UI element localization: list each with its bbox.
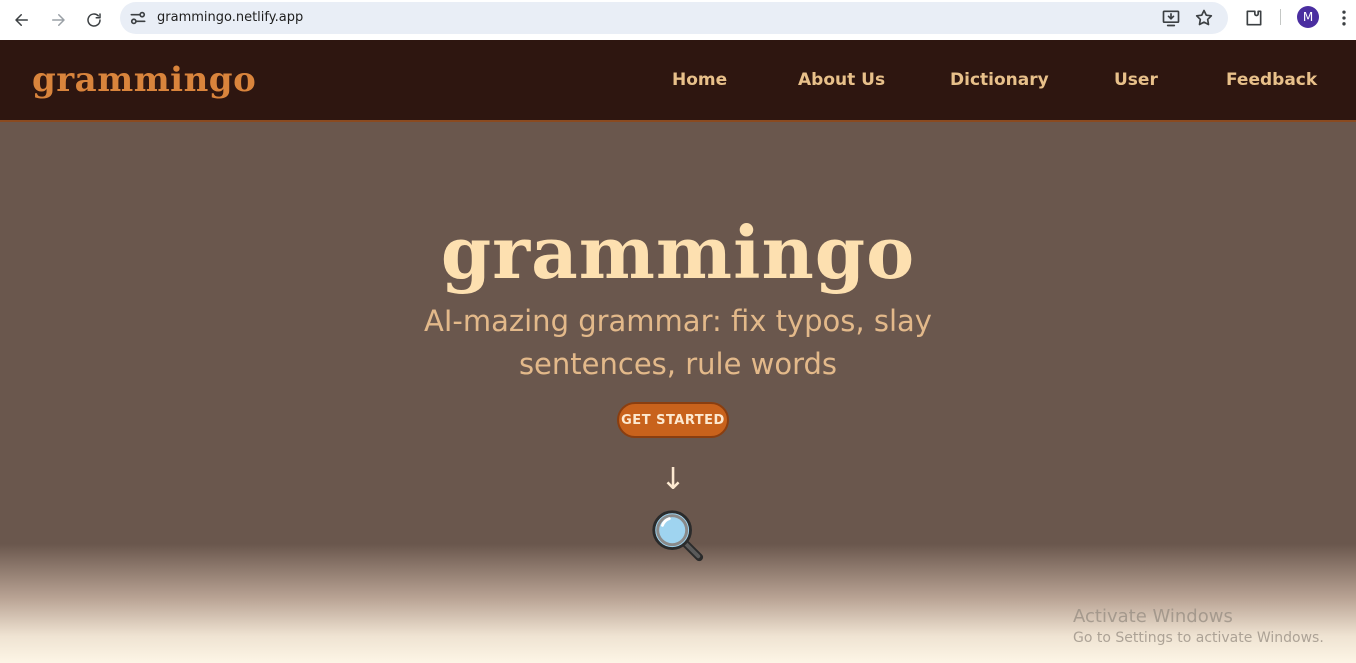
site-info-icon[interactable]: [128, 8, 148, 28]
browser-toolbar: grammingo.netlify.app M: [0, 0, 1356, 40]
arrow-down-icon: ↓: [660, 462, 686, 497]
bookmark-star-icon[interactable]: [1194, 8, 1214, 28]
windows-watermark-title: Activate Windows: [1073, 606, 1233, 627]
extensions-icon[interactable]: [1242, 6, 1266, 30]
forward-icon[interactable]: [44, 6, 72, 34]
site-logo[interactable]: grammingo: [32, 60, 256, 100]
windows-watermark-subtitle: Go to Settings to activate Windows.: [1073, 630, 1324, 646]
nav-about-us[interactable]: About Us: [798, 70, 885, 90]
install-app-icon[interactable]: [1161, 8, 1181, 28]
toolbar-divider: [1280, 9, 1281, 25]
menu-kebab-icon[interactable]: [1332, 6, 1356, 30]
url-text[interactable]: grammingo.netlify.app: [157, 10, 303, 25]
get-started-button[interactable]: GET STARTED: [617, 402, 729, 438]
back-icon[interactable]: [8, 6, 36, 34]
address-bar[interactable]: grammingo.netlify.app: [120, 2, 1228, 34]
magnifier-icon[interactable]: [648, 506, 706, 564]
hero-section: grammingo AI-mazing grammar: fix typos, …: [0, 122, 1356, 663]
site-header: grammingo Home About Us Dictionary User …: [0, 40, 1356, 122]
nav-home[interactable]: Home: [672, 70, 727, 90]
nav-user[interactable]: User: [1114, 70, 1158, 90]
nav-feedback[interactable]: Feedback: [1226, 70, 1317, 90]
hero-subtitle: AI-mazing grammar: fix typos, slay sente…: [424, 304, 932, 381]
hero-title: grammingo: [440, 210, 916, 295]
profile-avatar[interactable]: M: [1297, 6, 1319, 28]
nav-dictionary[interactable]: Dictionary: [950, 70, 1049, 90]
reload-icon[interactable]: [80, 6, 108, 34]
